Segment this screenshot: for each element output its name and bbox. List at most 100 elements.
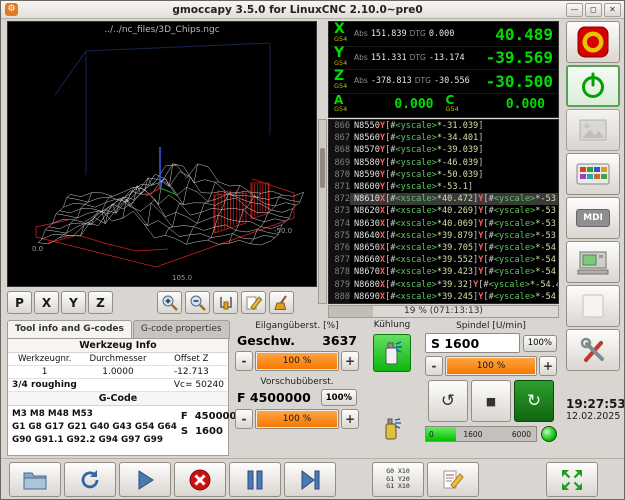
view-p-button[interactable]: P [7,291,32,314]
surface-mesh [37,163,304,246]
progress-text: 19 % (071:13:13) [404,306,483,316]
dro-row-x[interactable]: X G54 Abs 151.839 DTG 0.000 40.489 [330,21,557,47]
gcode-line-866: 866 N8550Y[#<yscale>*-31.039] [329,120,558,133]
step-icon [298,468,322,492]
picture-icon [577,115,609,145]
expand-arrows-icon [560,468,584,492]
velocity-label: Geschw. [237,333,295,348]
wrench-screwdriver-icon [578,335,608,365]
tab-tool-info[interactable]: Tool info and G-codes [7,320,132,339]
tool-measure-button[interactable] [213,291,238,314]
run-from-line-button[interactable]: G0 X10 G1 Y20 G1 X10 [372,462,424,497]
machine-on-button[interactable] [566,65,620,107]
extent-label-bottom: 105.0 [172,274,192,282]
fullscreen-preview-button[interactable] [546,462,598,497]
dro-axis-letter-z: Z G54 [334,68,348,91]
mdi-history-line: G1 X10 [386,482,410,491]
gcode-line-878: 878 N8670X[#<xscale>*39.423]Y[#<yscale>*-… [329,266,558,279]
edit-pencil-icon [441,469,465,491]
tool-table-row: 1 1.0000 -12.713 [8,366,228,379]
reload-file-button[interactable] [64,462,116,497]
spindle-override-slider[interactable]: 100 % [445,356,537,376]
active-gm-codes: M3 M8 M48 M53 G1 G8 G17 G21 G40 G43 G54 … [8,406,181,449]
feed-toolpath [214,184,269,232]
gcode-scrollbar-thumb[interactable] [320,148,325,188]
gcode-scrollbar[interactable] [318,119,327,304]
spindle-override-value: 100 % [476,361,506,371]
tools-settings-button[interactable] [566,329,620,371]
edit-file-button[interactable] [241,291,266,314]
stop-program-button[interactable] [174,462,226,497]
view-z-button[interactable]: Z [88,291,113,314]
view-x-button[interactable]: X [34,291,59,314]
pause-program-button[interactable] [229,462,281,497]
dro-rotary-a: A G54 0.000 [334,92,434,113]
folder-icon [22,469,48,491]
rapid-override-increase-button[interactable]: + [341,351,359,371]
toolpath-plot: 105.0 -50.0 0.0 [32,42,304,282]
power-icon [579,71,607,101]
mdi-button[interactable]: MDI [566,197,620,239]
close-button[interactable]: ✕ [604,2,621,17]
gcode-source-view[interactable]: 866 N8550Y[#<yscale>*-31.039] 867 N8560Y[#<… [328,119,559,304]
dro-row-z[interactable]: Z G54 Abs -378.813 DTG -30.556 -30.500 [330,68,557,94]
spindle-title: Spindel [U/min] [456,321,526,331]
stop-icon [188,468,212,492]
window-controls: — ◻ ✕ [566,2,624,17]
feed-override-increase-button[interactable]: + [341,409,359,429]
tab-gcode-properties[interactable]: G-code properties [132,320,230,339]
title-bar[interactable]: ⚙ gmoccapy 3.5.0 for LinuxCNC 2.10.0~pre… [1,1,624,19]
gremlin-preview[interactable]: ../../nc_files/3D_Chips.ngc 105.0 -50.0 … [7,21,317,287]
offset-page-button[interactable] [566,109,620,151]
tool-description: 3/4 roughing [12,380,77,390]
spindle-ccw-button[interactable]: ↺ [428,380,468,422]
minimize-button[interactable]: — [566,2,583,17]
spindle-buttons: ↺ ■ ↻ [425,380,557,422]
machine-settings-button[interactable] [566,241,620,283]
spindle-at-speed-led [541,426,557,442]
spindle-stop-button[interactable]: ■ [471,380,511,422]
rotate-ccw-icon: ↺ [440,391,456,411]
mdi-history-preview: G0 X10 G1 Y20 G1 X10 [386,468,409,491]
dro-value-y: -39.569 [485,48,553,68]
dro-row-y[interactable]: Y G54 Abs 151.331 DTG -13.174 -39.569 [330,46,557,70]
step-program-button[interactable] [284,462,336,497]
run-program-button[interactable] [119,462,171,497]
zoom-in-button[interactable] [157,291,182,314]
feed-override-decrease-button[interactable]: - [235,409,253,429]
spindle-override-decrease-button[interactable]: - [425,356,443,376]
edit-gcode-button[interactable] [427,462,479,497]
rapid-toolpath [35,178,295,268]
open-file-button[interactable] [9,462,61,497]
active-codes: M3 M8 M48 M53 G1 G8 G17 G21 G40 G43 G54 … [8,406,243,449]
mist-coolant-button[interactable] [373,334,411,372]
gcode-line-877: 877 N8660X[#<xscale>*39.552]Y[#<yscale>*-… [329,254,558,267]
maximize-button[interactable]: ◻ [585,2,602,17]
dro-axis-letter-x: X G54 [334,21,348,44]
zoom-out-button[interactable] [185,291,210,314]
preview-icon-buttons [157,291,294,314]
estop-icon [575,24,611,60]
dro-panel[interactable]: X G54 Abs 151.839 DTG 0.000 40.489 Y G54 Abs 151.3… [328,21,559,118]
feed-override-slider[interactable]: 100 % [255,409,339,429]
user-page-button[interactable] [566,285,620,327]
feed-display: F 4500000 [237,390,311,405]
clear-plot-button[interactable] [269,291,294,314]
flood-coolant-button[interactable] [377,414,407,444]
dro-row-rotary[interactable]: A G54 0.000 C G54 0.000 [330,94,557,117]
spindle-override-reset-button[interactable]: 100% [522,334,557,352]
rapid-override-slider[interactable]: 100 % [255,351,339,371]
gcode-line-868: 868 N8570Y[#<yscale>*-39.039] [329,144,558,157]
keyboard-button[interactable] [566,153,620,195]
spindle-cw-button[interactable]: ↻ [514,380,554,422]
program-progress-bar: 19 % (071:13:13) [328,305,559,318]
rapid-override-value: 100 % [282,356,312,366]
override-panel: Eilgangüberst. [%] Geschw. 3637 - 100 % … [233,319,361,456]
gcode-line-880: 880 N8690X[#<xscale>*39.245]Y[#<yscale>*-… [329,290,558,303]
feed-override-row: - 100 % + [235,409,359,429]
rapid-override-decrease-button[interactable]: - [235,351,253,371]
view-y-button[interactable]: Y [61,291,86,314]
spindle-override-increase-button[interactable]: + [539,356,557,376]
feed-override-reset-button[interactable]: 100% [320,389,357,406]
estop-button[interactable] [566,21,620,63]
